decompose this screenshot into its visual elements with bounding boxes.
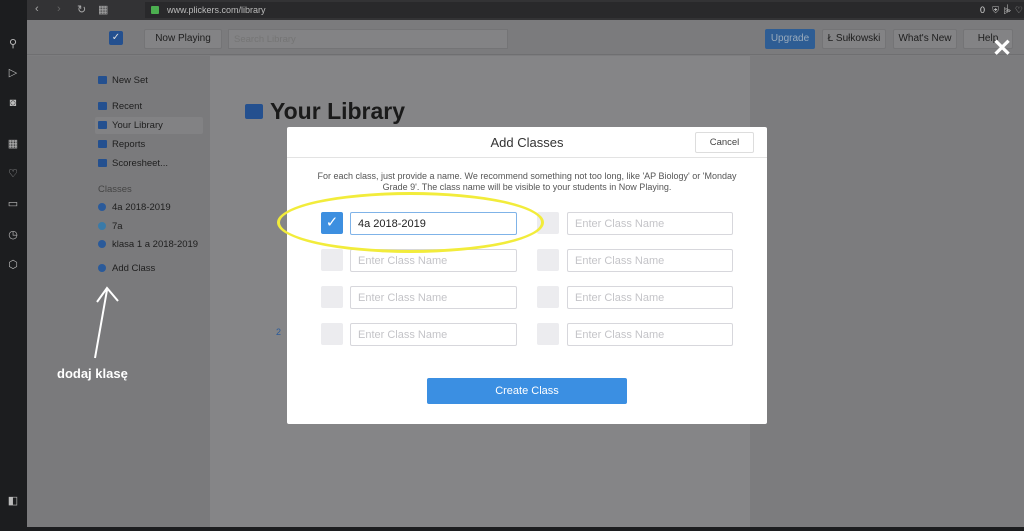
folder-icon <box>245 104 263 119</box>
create-class-button[interactable]: Create Class <box>427 378 627 404</box>
sidebar-class-item[interactable]: klasa 1 a 2018-2019 <box>98 239 198 250</box>
search-icon[interactable]: ⚲ <box>6 37 20 51</box>
sidebar-item-reports[interactable]: Reports <box>98 139 145 150</box>
tabs-grid-icon[interactable]: ▦ <box>98 3 108 16</box>
url-text: www.plickers.com/library <box>167 5 266 15</box>
class-checkbox[interactable] <box>321 249 343 271</box>
plickers-logo-icon[interactable]: ✓ <box>109 31 123 45</box>
whats-new-button[interactable]: What's New <box>893 29 957 49</box>
grid-icon[interactable]: ▦ <box>6 137 20 151</box>
user-menu-button[interactable]: Ł Sułkowski <box>822 29 886 49</box>
add-classes-modal: Add Classes Cancel For each class, just … <box>287 127 767 424</box>
send-icon[interactable]: ▷ <box>6 66 20 80</box>
sidebar-toggle-icon[interactable]: ◧ <box>6 494 20 508</box>
news-icon[interactable]: ▭ <box>6 197 20 211</box>
class-name-input[interactable] <box>567 249 733 272</box>
blocker-count: 0 <box>979 5 985 15</box>
reload-icon[interactable]: ↻ <box>77 3 86 16</box>
shield-icon[interactable]: ⛨ <box>992 2 999 18</box>
arrow-annotation-icon <box>94 286 119 359</box>
annotation-text: dodaj klasę <box>57 366 128 381</box>
heart-icon[interactable]: ♡ <box>6 167 20 181</box>
class-checkbox[interactable] <box>537 286 559 308</box>
close-icon[interactable]: ✕ <box>992 34 1012 63</box>
sidebar-class-item[interactable]: 7a <box>98 221 123 232</box>
now-playing-button[interactable]: Now Playing <box>144 29 222 49</box>
class-checkbox[interactable] <box>537 323 559 345</box>
highlight-ellipse <box>277 192 544 253</box>
class-checkbox[interactable] <box>537 249 559 271</box>
sidebar-item-new-set[interactable]: New Set <box>98 75 148 86</box>
back-icon[interactable]: ‹ <box>35 3 39 15</box>
cube-icon[interactable]: ⬡ <box>6 258 20 272</box>
right-panel <box>750 56 1024 527</box>
browser-toolbar: ‹ › ↻ ▦ www.plickers.com/library 0 ⛨ ▷ ♡… <box>27 0 1024 20</box>
download-icon[interactable]: ⤓ <box>1005 3 1010 16</box>
camera-icon[interactable]: ◙ <box>6 96 20 110</box>
class-checkbox[interactable] <box>321 286 343 308</box>
class-name-input[interactable] <box>567 286 733 309</box>
cancel-button[interactable]: Cancel <box>695 132 754 153</box>
modal-description: For each class, just provide a name. We … <box>317 171 737 192</box>
search-library-input[interactable] <box>228 29 508 49</box>
history-icon[interactable]: ◷ <box>6 228 20 242</box>
sidebar-item-scoresheet[interactable]: Scoresheet... <box>98 158 168 169</box>
sidebar-class-item[interactable]: 4a 2018-2019 <box>98 202 171 213</box>
sidebar-item-your-library[interactable]: Your Library <box>98 120 163 131</box>
class-name-input[interactable] <box>567 323 733 346</box>
class-checkbox[interactable] <box>321 323 343 345</box>
classes-label: Classes <box>98 184 132 195</box>
upgrade-button[interactable]: Upgrade <box>765 29 815 49</box>
address-bar[interactable]: www.plickers.com/library 0 ⛨ ▷ ♡ <box>145 2 1024 18</box>
row-number: 2 <box>276 327 282 337</box>
page-title: Your Library <box>270 98 406 124</box>
class-name-input[interactable] <box>350 323 517 346</box>
class-name-input[interactable] <box>350 286 517 309</box>
heart-icon[interactable]: ♡ <box>1015 2 1023 18</box>
os-sidebar: ⚲ ▷ ◙ ▦ ♡ ▭ ◷ ⬡ ◧ <box>0 0 27 531</box>
sidebar-item-recent[interactable]: Recent <box>98 101 142 112</box>
lock-icon <box>151 6 159 14</box>
sidebar-add-class[interactable]: Add Class <box>98 263 155 274</box>
bottom-strip <box>27 527 1024 531</box>
forward-icon[interactable]: › <box>57 3 61 15</box>
class-name-input[interactable] <box>567 212 733 235</box>
